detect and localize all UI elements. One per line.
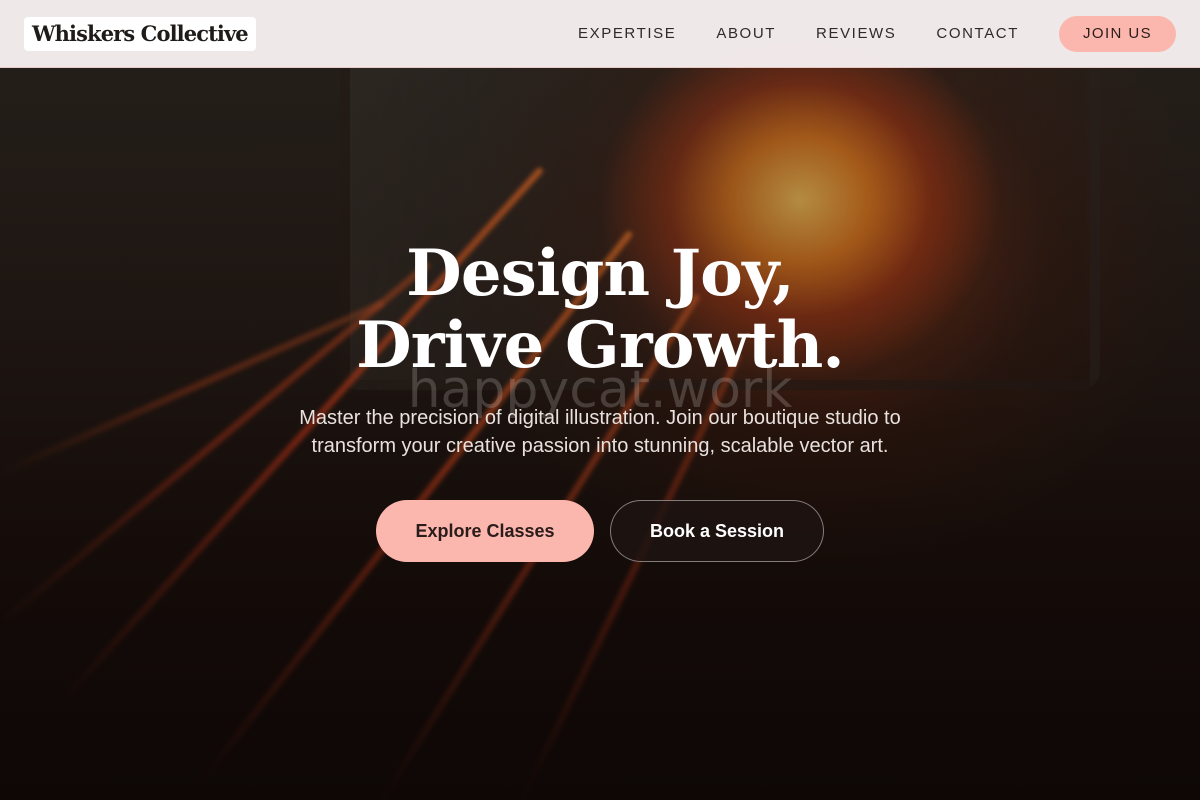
nav-link-about[interactable]: ABOUT [716,25,776,42]
hero-headline: Design Joy, Drive Growth. [0,238,1200,382]
book-session-button[interactable]: Book a Session [610,500,824,562]
nav-link-contact[interactable]: CONTACT [936,25,1019,42]
join-us-button[interactable]: JOIN US [1059,15,1176,52]
brand-logo[interactable]: Whiskers Collective [24,16,256,51]
headline-line-1: Design Joy, [406,236,794,311]
explore-classes-button[interactable]: Explore Classes [376,500,594,562]
nav-menu: EXPERTISE ABOUT REVIEWS CONTACT [578,25,1019,42]
hero-subtitle: Master the precision of digital illustra… [299,407,901,457]
hero-cta-group: Explore Classes Book a Session [376,500,824,562]
headline-line-2: Drive Growth. [356,308,845,383]
nav-link-expertise[interactable]: EXPERTISE [578,25,676,42]
top-navbar: Whiskers Collective EXPERTISE ABOUT REVI… [0,0,1200,68]
nav-link-reviews[interactable]: REVIEWS [816,25,896,42]
